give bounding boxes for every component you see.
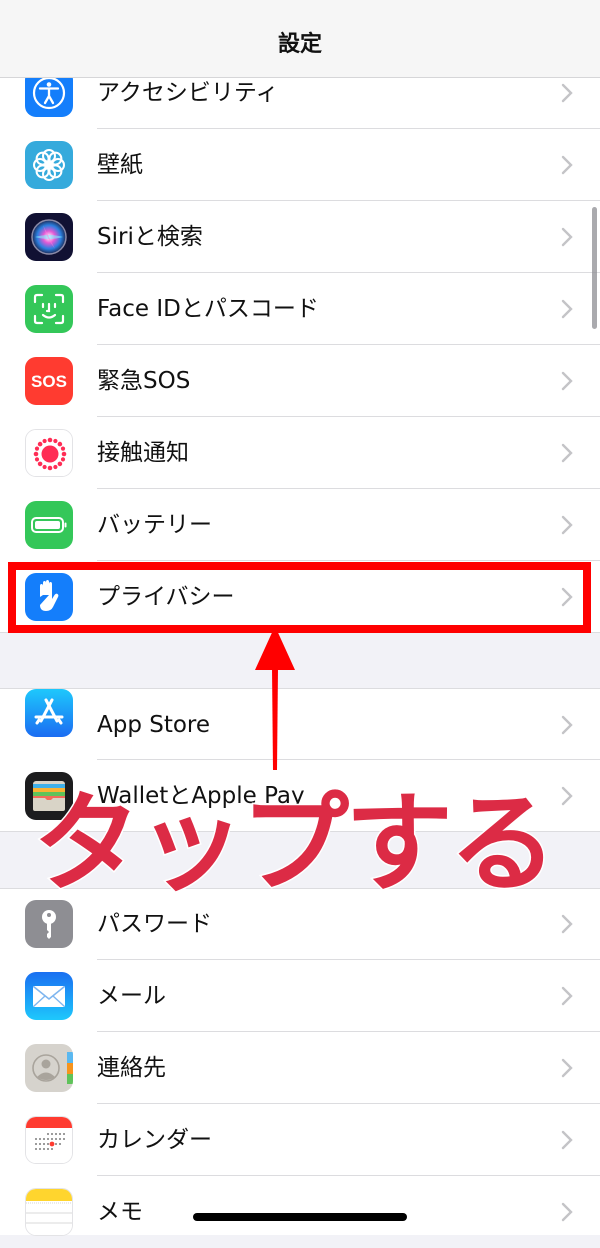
face-id-icon — [25, 285, 73, 333]
calendar-icon — [25, 1116, 73, 1164]
settings-row-calendar[interactable]: カレンダー — [0, 1104, 600, 1176]
wallpaper-icon — [25, 141, 73, 189]
settings-row-face-id[interactable]: Face IDとパスコード — [0, 273, 600, 345]
row-label: メール — [97, 983, 166, 1009]
navigation-bar: 設定 — [0, 0, 600, 78]
chevron-right-icon — [561, 587, 573, 607]
settings-row-contacts[interactable]: 連絡先 — [0, 1032, 600, 1104]
chevron-right-icon — [561, 1130, 573, 1150]
row-label: 連絡先 — [97, 1055, 166, 1081]
row-label: App Store — [97, 712, 211, 738]
row-label: Face IDとパスコード — [97, 296, 319, 322]
settings-row-siri[interactable]: Siriと検索 — [0, 201, 600, 273]
row-label: 緊急SOS — [97, 368, 191, 394]
settings-row-mail[interactable]: メール — [0, 960, 600, 1032]
chevron-right-icon — [561, 786, 573, 806]
app-store-icon — [25, 689, 73, 737]
settings-row-exposure-notification[interactable]: 接触通知 — [0, 417, 600, 489]
settings-row-emergency-sos[interactable]: SOS 緊急SOS — [0, 345, 600, 417]
chevron-right-icon — [561, 914, 573, 934]
chevron-right-icon — [561, 1058, 573, 1078]
chevron-right-icon — [561, 371, 573, 391]
chevron-right-icon — [561, 227, 573, 247]
privacy-hand-icon — [25, 573, 73, 621]
settings-group-3: パスワード メール 連絡先 カレンダー メモ — [0, 888, 600, 1236]
home-indicator[interactable] — [193, 1213, 407, 1221]
chevron-right-icon — [561, 515, 573, 535]
annotation-tap-text: タップする — [31, 782, 558, 907]
settings-row-battery[interactable]: バッテリー — [0, 489, 600, 561]
mail-icon — [25, 972, 73, 1020]
siri-icon — [25, 213, 73, 261]
chevron-right-icon — [561, 443, 573, 463]
key-icon — [25, 900, 73, 948]
row-label: Siriと検索 — [97, 224, 203, 250]
chevron-right-icon — [561, 1202, 573, 1222]
scrollbar[interactable] — [592, 207, 597, 329]
settings-row-notes[interactable]: メモ — [0, 1176, 600, 1248]
row-label: バッテリー — [97, 512, 212, 538]
battery-icon — [25, 501, 73, 549]
chevron-right-icon — [561, 715, 573, 735]
row-label: 壁紙 — [97, 152, 143, 178]
row-label: プライバシー — [97, 584, 235, 610]
notes-icon — [25, 1188, 73, 1236]
exposure-notification-icon — [25, 429, 73, 477]
page-title: 設定 — [277, 32, 322, 57]
contacts-icon — [25, 1044, 73, 1092]
svg-text:SOS: SOS — [31, 372, 67, 391]
sos-icon: SOS — [25, 357, 73, 405]
row-label: 接触通知 — [97, 440, 189, 466]
row-label: メモ — [97, 1199, 143, 1225]
chevron-right-icon — [561, 155, 573, 175]
arrow-up-icon — [255, 626, 295, 770]
chevron-right-icon — [561, 83, 573, 103]
settings-group-1: アクセシビリティ 壁紙 Siriと検索 Face IDとパスコード SOS 緊急… — [0, 57, 600, 633]
settings-row-wallpaper[interactable]: 壁紙 — [0, 129, 600, 201]
row-label: カレンダー — [97, 1127, 212, 1153]
chevron-right-icon — [561, 299, 573, 319]
chevron-right-icon — [561, 986, 573, 1006]
